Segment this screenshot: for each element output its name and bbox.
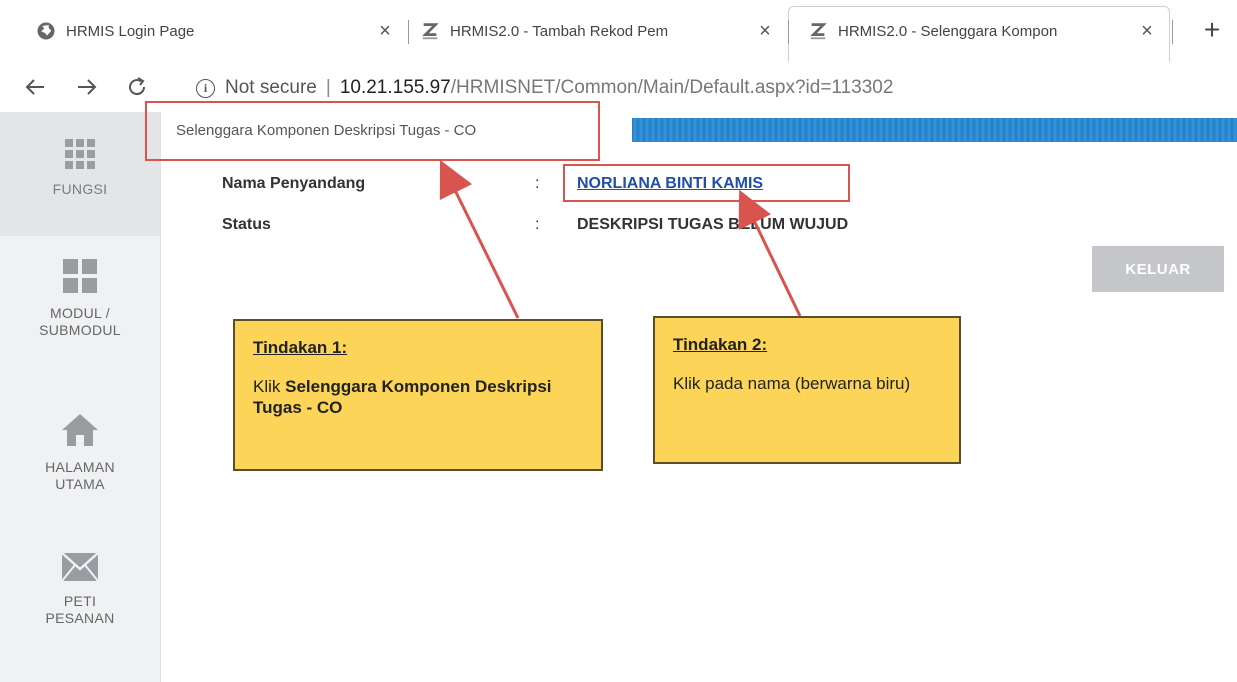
field-colon: : — [535, 216, 540, 233]
tab-title: HRMIS Login Page — [66, 22, 195, 40]
address-divider: | — [325, 77, 331, 98]
grid-icon — [0, 138, 160, 175]
callout-heading: Tindakan 2: — [673, 335, 768, 354]
security-indicator: Not secure — [225, 77, 317, 98]
highlight-box-title — [145, 101, 600, 161]
sidebar-item-label: FUNGSI — [52, 181, 108, 197]
tab-hrmis-login[interactable]: HRMIS Login Page × — [36, 12, 396, 50]
nama-penyandang-label: Nama Penyandang — [222, 175, 366, 192]
new-tab-button[interactable]: + — [1195, 12, 1229, 48]
tab-tambah-rekod[interactable]: HRMIS2.0 - Tambah Rekod Pem × — [420, 12, 776, 50]
hrmis-logo-icon — [808, 21, 828, 41]
mail-icon — [0, 552, 160, 587]
forward-arrow-icon[interactable] — [72, 69, 102, 105]
tab-separator — [408, 20, 409, 44]
keluar-button[interactable]: KELUAR — [1092, 246, 1224, 292]
sidebar-item-label: PETI PESANAN — [45, 593, 115, 626]
sidebar-item-peti-pesanan[interactable]: PETI PESANAN — [0, 552, 160, 652]
tab-separator — [788, 20, 789, 44]
callout-text: Klik pada nama (berwarna biru) — [673, 374, 911, 393]
field-colon: : — [535, 175, 540, 192]
modules-icon — [0, 258, 160, 299]
callout-tindakan-1: Tindakan 1: Klik Selenggara Komponen Des… — [233, 319, 603, 471]
sidebar: FUNGSI MODUL / SUBMODUL HALAMAN UTAMA PE… — [0, 112, 160, 682]
sidebar-item-fungsi[interactable]: FUNGSI — [0, 112, 160, 236]
tab-close-button[interactable]: × — [374, 20, 396, 42]
sidebar-item-modul[interactable]: MODUL / SUBMODUL — [0, 258, 160, 358]
status-label: Status — [222, 216, 271, 233]
sidebar-item-label: HALAMAN UTAMA — [45, 459, 115, 492]
reload-icon[interactable] — [122, 69, 152, 105]
browser-tab-bar: HRMIS Login Page × HRMIS2.0 - Tambah Rek… — [0, 0, 1237, 63]
highlight-box-name — [563, 164, 850, 202]
sidebar-item-halaman-utama[interactable]: HALAMAN UTAMA — [0, 412, 160, 512]
sidebar-item-label: MODUL / SUBMODUL — [39, 305, 121, 338]
tab-selenggara-komponen[interactable]: HRMIS2.0 - Selenggara Kompon × — [808, 12, 1158, 50]
tab-separator — [1172, 20, 1173, 44]
url-host: 10.21.155.97 — [339, 77, 451, 98]
tab-close-button[interactable]: × — [754, 20, 776, 42]
title-strip — [632, 118, 1237, 142]
info-icon[interactable]: i — [196, 78, 215, 98]
address-bar[interactable]: i Not secure | 10.21.155.97/HRMISNET/Com… — [196, 72, 893, 104]
callout-heading: Tindakan 1: — [253, 338, 348, 357]
back-arrow-icon[interactable] — [20, 69, 50, 105]
content-divider — [160, 112, 161, 682]
callout-tindakan-2: Tindakan 2: Klik pada nama (berwarna bir… — [653, 316, 961, 464]
url-path: /HRMISNET/Common/Main/Default.aspx?id=11… — [450, 77, 894, 98]
status-value: DESKRIPSI TUGAS BELUM WUJUD — [577, 216, 849, 233]
home-icon — [0, 412, 160, 453]
globe-icon — [36, 21, 56, 41]
tab-close-button[interactable]: × — [1136, 20, 1158, 42]
callout-text: Klik Selenggara Komponen Deskripsi Tugas… — [253, 377, 552, 417]
hrmis-page: FUNGSI MODUL / SUBMODUL HALAMAN UTAMA PE… — [0, 101, 1237, 682]
tab-title: HRMIS2.0 - Tambah Rekod Pem — [450, 22, 669, 40]
hrmis-logo-icon — [420, 21, 440, 41]
tab-title: HRMIS2.0 - Selenggara Kompon — [838, 22, 1058, 40]
